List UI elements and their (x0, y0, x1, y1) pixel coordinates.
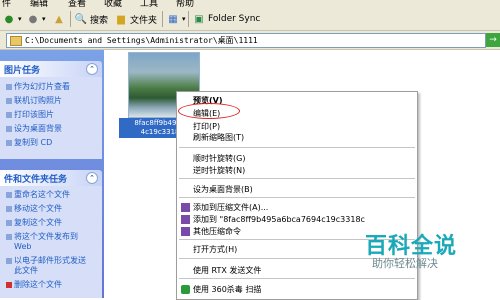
winrar-icon (181, 215, 190, 224)
menu-item-open-with[interactable]: 打开方式(H) (193, 244, 237, 255)
task-copy-to-cd[interactable]: 复制到 CD (6, 138, 52, 148)
folder-sync-label: Folder Sync (208, 14, 261, 24)
folder-sync-button[interactable]: ▣ Folder Sync (192, 11, 260, 27)
collapse-chevron-icon[interactable]: ⌃ (86, 63, 98, 75)
go-button[interactable]: → (486, 33, 500, 47)
menu-item-360-scan[interactable]: 使用 360杀毒 扫描 (193, 284, 261, 295)
task-order-prints[interactable]: 联机订购照片 (6, 96, 62, 106)
email-icon (6, 257, 12, 264)
address-path: C:\Documents and Settings\Administrator\… (25, 36, 258, 45)
back-button[interactable]: ● ▾ (2, 11, 22, 27)
folder-icon: ▆ (117, 13, 125, 25)
winrar-icon (181, 227, 190, 236)
views-button[interactable]: ▦ ▾ (166, 11, 186, 27)
toolbar-separator (188, 11, 189, 27)
task-delete[interactable]: 删除这个文件 (6, 280, 62, 290)
up-folder-icon: ▲ (55, 13, 63, 25)
task-set-wallpaper[interactable]: 设为桌面背景 (6, 124, 62, 134)
copy-icon (6, 219, 12, 226)
cd-icon (6, 139, 12, 146)
shield-icon (181, 285, 190, 294)
task-email-line2[interactable]: 此文件 (14, 266, 38, 276)
highlight-circle (178, 103, 240, 119)
task-slideshow[interactable]: 作为幻灯片查看 (6, 82, 70, 92)
picture-tasks-header[interactable]: 图片任务 ⌃ (0, 61, 102, 77)
task-label: 重命名这个文件 (14, 190, 70, 199)
picture-tasks-panel: 作为幻灯片查看 联机订购照片 打印该图片 设为桌面背景 复制到 CD (0, 77, 102, 159)
folder-icon (10, 35, 22, 46)
task-label: 设为桌面背景 (14, 124, 62, 133)
menu-item-rotate-clockwise[interactable]: 顺时针旋转(G) (193, 153, 245, 164)
task-rename[interactable]: 重命名这个文件 (6, 190, 70, 200)
order-prints-icon (6, 97, 12, 104)
address-bar: C:\Documents and Settings\Administrator\… (0, 31, 500, 50)
menu-item-set-wallpaper[interactable]: 设为桌面背景(B) (193, 184, 253, 195)
task-print-picture[interactable]: 打印该图片 (6, 110, 54, 120)
folder-sync-icon: ▣ (194, 13, 204, 25)
task-label: 以电子邮件形式发送 (14, 256, 86, 265)
forward-button[interactable]: ● ▾ (26, 11, 46, 27)
go-arrow-icon: → (489, 35, 497, 45)
task-copy[interactable]: 复制这个文件 (6, 218, 62, 228)
folders-button[interactable]: ▆ 文件夹 (114, 11, 157, 27)
task-label: 删除这个文件 (14, 280, 62, 289)
task-email[interactable]: 以电子邮件形式发送 (6, 256, 86, 266)
task-label: 复制这个文件 (14, 218, 62, 227)
menu-item-send-rtx[interactable]: 使用 RTX 发送文件 (193, 265, 261, 276)
task-label: 复制到 CD (14, 138, 53, 147)
delete-icon (6, 281, 12, 288)
menu-item-add-to-named-archive[interactable]: 添加到 "8fac8ff9b495a6bca7694c19c3318c (193, 214, 365, 225)
forward-arrow-icon: ● (28, 13, 38, 25)
desktop-icon (6, 125, 12, 132)
menu-item-add-to-archive[interactable]: 添加到压缩文件(A)... (193, 202, 268, 213)
search-button[interactable]: 🔍 搜索 (74, 11, 108, 27)
task-label: 将这个文件发布到 (14, 232, 78, 241)
watermark-subtitle: 助你轻松解决 (372, 257, 438, 270)
move-icon (6, 205, 12, 212)
file-tasks-header[interactable]: 件和文件夹任务 ⌃ (0, 170, 102, 186)
picture-tasks-title: 图片任务 (4, 65, 41, 76)
task-pane: 图片任务 ⌃ 作为幻灯片查看 联机订购照片 打印该图片 设为桌面背景 复制到 C… (0, 50, 104, 298)
toolbar: ● ▾ ● ▾ ▲ 🔍 搜索 ▆ 文件夹 ▦ ▾ ▣ Folder Sync (0, 8, 500, 31)
collapse-chevron-icon[interactable]: ⌃ (86, 172, 98, 184)
task-label: 作为幻灯片查看 (14, 82, 70, 91)
views-icon: ▦ (168, 13, 178, 25)
printer-icon (6, 111, 12, 118)
menu-item-other-compress[interactable]: 其他压缩命令 (193, 226, 241, 237)
menu-separator (179, 197, 415, 198)
task-label: 打印该图片 (14, 110, 54, 119)
file-tasks-panel: 重命名这个文件 移动这个文件 复制这个文件 将这个文件发布到 Web 以电子邮件… (0, 186, 102, 298)
toolbar-separator (162, 11, 163, 27)
web-publish-icon (6, 233, 12, 240)
up-folder-button[interactable]: ▲ (52, 11, 66, 27)
menu-separator (179, 178, 415, 179)
folders-label: 文件夹 (130, 15, 158, 26)
dropdown-icon: ▾ (182, 15, 186, 23)
address-field[interactable]: C:\Documents and Settings\Administrator\… (6, 33, 486, 48)
task-publish-web[interactable]: 将这个文件发布到 (6, 232, 78, 242)
task-label: 移动这个文件 (14, 204, 62, 213)
menu-item-print[interactable]: 打印(P) (193, 121, 220, 132)
dropdown-icon: ▾ (18, 15, 22, 23)
task-label: 联机订购照片 (14, 96, 62, 105)
toolbar-separator (70, 11, 71, 27)
search-label: 搜索 (90, 15, 109, 26)
file-tasks-title: 件和文件夹任务 (4, 174, 68, 185)
task-publish-web-line2[interactable]: Web (14, 242, 31, 252)
menu-item-rotate-counterclockwise[interactable]: 逆时针旋转(N) (193, 165, 245, 176)
slideshow-icon (6, 83, 12, 90)
menu-separator (179, 147, 415, 148)
task-move[interactable]: 移动这个文件 (6, 204, 62, 214)
dropdown-icon: ▾ (42, 15, 46, 23)
winrar-icon (181, 203, 190, 212)
menu-separator (179, 278, 415, 279)
rename-icon (6, 191, 12, 198)
menu-item-refresh-thumbnail[interactable]: 刷新缩略图(T) (193, 132, 244, 143)
back-arrow-icon: ● (4, 13, 14, 25)
search-icon: 🔍 (74, 13, 88, 25)
